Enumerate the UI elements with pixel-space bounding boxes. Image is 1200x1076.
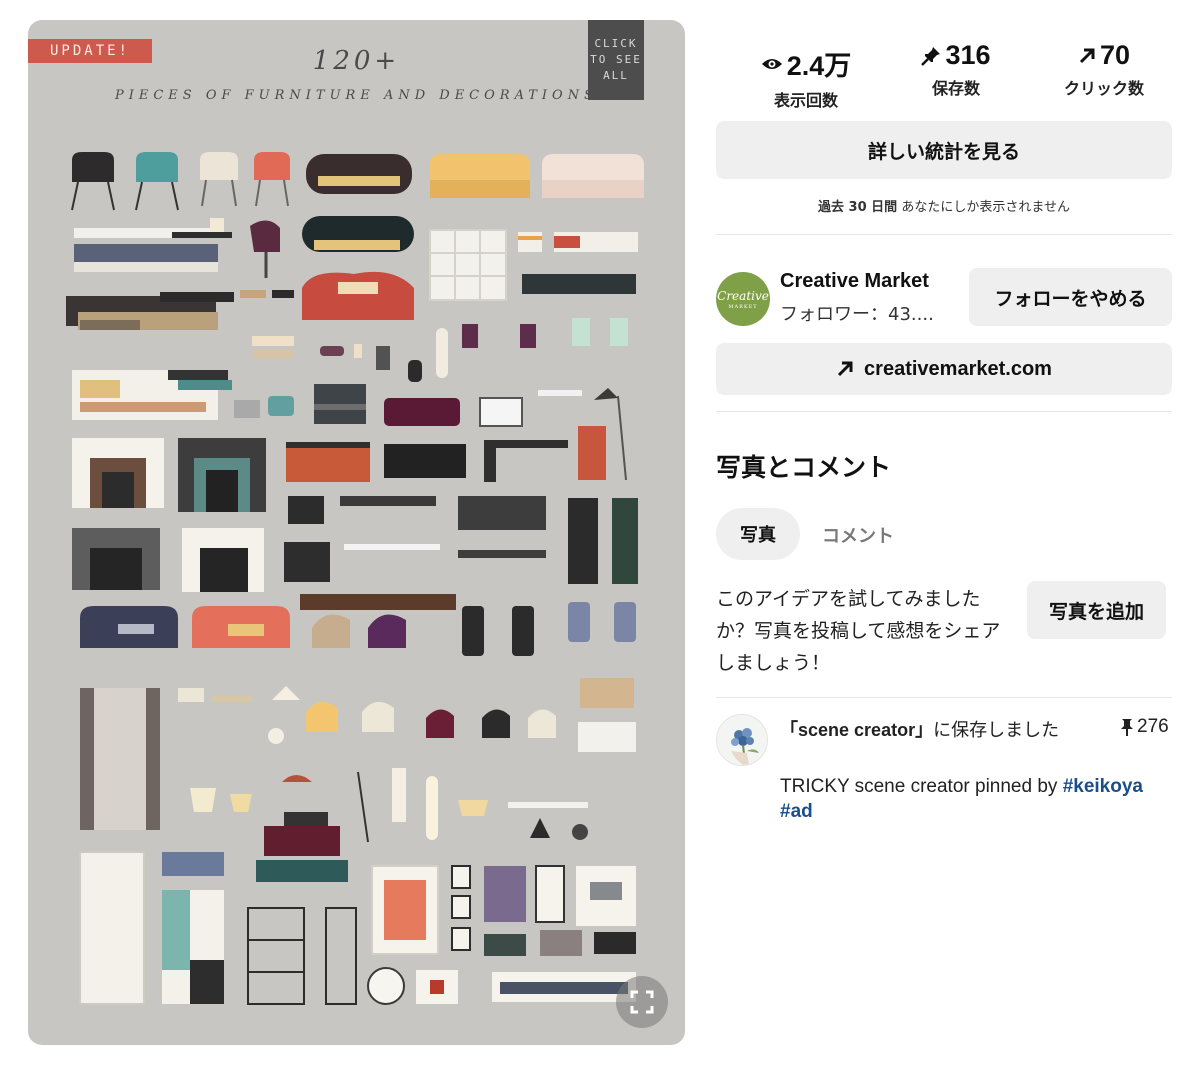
seating-row	[80, 602, 636, 656]
stat-clicks: 70 クリック数	[1036, 40, 1172, 99]
expand-button[interactable]	[616, 976, 668, 1028]
activity-saved-text: 「scene creator」に保存しました	[780, 716, 1080, 745]
views-value: 2.4万	[786, 51, 852, 81]
click-box-line-1: CLICK	[594, 37, 638, 50]
pin-icon	[921, 46, 941, 66]
try-idea-prompt: このアイデアを試してみましたか？写真を投稿して感想をシェアしましょう！	[716, 588, 1001, 674]
saves-value: 316	[945, 40, 991, 70]
tab-photos[interactable]: 写真	[716, 508, 800, 560]
divider	[716, 697, 1172, 698]
eye-icon	[761, 58, 782, 69]
views-label: 表示回数	[773, 91, 838, 110]
pushpin-icon	[1121, 719, 1133, 736]
poster-count-title: 120+	[312, 46, 401, 76]
poster-subtitle: PIECES OF FURNITURE AND DECORATIONS	[114, 88, 598, 103]
arrow-up-right-icon	[1079, 48, 1095, 63]
hashtag-link[interactable]: #keikoya	[1063, 776, 1143, 797]
divider	[716, 234, 1172, 235]
privacy-note: 過去 30 日間 あなたにしか表示されません	[716, 196, 1172, 215]
tab-comments[interactable]: コメント	[822, 522, 894, 548]
creator-name[interactable]: Creative Market	[780, 270, 929, 293]
repin-count: 276	[1120, 716, 1169, 738]
clicks-label: クリック数	[1063, 79, 1144, 98]
privacy-period: 過去 30 日間	[818, 200, 898, 215]
pin-description-text: TRICKY scene creator pinned by	[780, 776, 1063, 797]
creator-followers: フォロワー：43....	[780, 304, 934, 325]
divider	[716, 411, 1172, 412]
chair-illustration	[71, 152, 644, 211]
cabinets-row	[79, 812, 636, 1005]
saved-to-text: に保存しました	[933, 720, 1060, 741]
board-name[interactable]: 「scene creator」	[780, 720, 933, 740]
click-box-line-2: TO SEE	[590, 53, 642, 66]
pin-image[interactable]: UPDATE! 120+ PIECES OF FURNITURE AND DEC…	[28, 20, 685, 1045]
creator-avatar[interactable]: Creative MARKET	[716, 272, 770, 326]
stat-views: 2.4万 表示回数	[740, 44, 872, 111]
click-box-line-3: ALL	[603, 69, 629, 82]
hashtag-link[interactable]: #ad	[780, 801, 813, 822]
saver-avatar[interactable]	[716, 714, 768, 766]
stat-saves: 316 保存数	[896, 40, 1016, 99]
clicks-value: 70	[1099, 40, 1131, 70]
website-link-button[interactable]: creativemarket.com	[716, 343, 1172, 395]
flower-avatar-image	[717, 715, 767, 765]
avatar-logo-text: Creative	[717, 288, 769, 303]
privacy-text: あなたにしか表示されません	[901, 200, 1070, 215]
furniture-illustration	[66, 152, 644, 1005]
pin-stats: 2.4万 表示回数 316 保存数 70 クリック数	[716, 40, 1172, 112]
fireplace-row	[72, 426, 638, 610]
add-photo-button[interactable]: 写真を追加	[1027, 581, 1166, 639]
click-to-see-all-box: CLICK TO SEE ALL	[588, 20, 644, 100]
arrow-up-right-icon	[837, 361, 853, 377]
photos-comments-heading: 写真とコメント	[716, 453, 892, 482]
expand-icon	[630, 990, 654, 1014]
repin-count-value: 276	[1137, 716, 1169, 737]
view-detailed-stats-button[interactable]: 詳しい統計を見る	[716, 121, 1172, 179]
saves-label: 保存数	[931, 79, 980, 98]
website-link-label: creativemarket.com	[864, 357, 1052, 380]
pin-description: TRICKY scene creator pinned by #keikoya …	[780, 774, 1172, 824]
lamps-row	[80, 678, 636, 843]
avatar-logo-subtext: MARKET	[728, 303, 758, 310]
unfollow-button[interactable]: フォローをやめる	[969, 268, 1172, 326]
